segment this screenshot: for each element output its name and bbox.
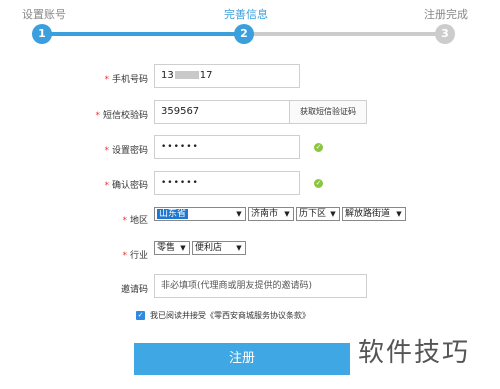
invite-code-input[interactable]: 非必填项(代理商或朋友提供的邀请码) <box>154 274 367 298</box>
street-select[interactable]: 解放路街道 ▼ <box>342 207 406 221</box>
agree-checkbox[interactable]: ✓ <box>136 311 145 320</box>
step-2-circle: 2 <box>234 24 254 44</box>
progress-line-pending <box>250 32 450 36</box>
city-select[interactable]: 济南市 ▼ <box>248 207 294 221</box>
industry-label: * 行业 <box>122 251 148 261</box>
step-3-label: 注册完成 <box>424 8 468 21</box>
sms-code-input[interactable]: 359567 <box>154 100 290 124</box>
district-select[interactable]: 历下区 ▼ <box>296 207 340 221</box>
region-label: * 地区 <box>122 216 148 226</box>
industry-type-select[interactable]: 零售 ▼ <box>154 241 190 255</box>
register-button[interactable]: 注册 <box>134 343 350 375</box>
industry-subtype-select[interactable]: 便利店 ▼ <box>192 241 246 255</box>
password-input[interactable]: •••••• <box>154 135 300 159</box>
chevron-down-icon: ▼ <box>330 210 336 218</box>
step-1-label: 设置账号 <box>22 8 66 21</box>
step-3-circle: 3 <box>435 24 455 44</box>
password-label: * 设置密码 <box>104 146 148 156</box>
password-ok-icon: ✓ <box>314 143 323 152</box>
confirm-password-label: * 确认密码 <box>104 181 148 191</box>
chevron-down-icon: ▼ <box>396 210 402 218</box>
phone-input[interactable]: 13 17 <box>154 64 300 88</box>
confirm-password-ok-icon: ✓ <box>314 179 323 188</box>
agreement-text[interactable]: 我已阅读并接受《零西安商城服务协议条款》 <box>150 310 310 321</box>
chevron-down-icon: ▼ <box>236 244 242 252</box>
chevron-down-icon: ▼ <box>284 210 290 218</box>
phone-label: * 手机号码 <box>104 75 148 85</box>
province-select[interactable]: 山东省 ▼ <box>154 207 246 221</box>
chevron-down-icon: ▼ <box>236 210 242 218</box>
invite-code-label: 邀请码 <box>120 285 148 295</box>
get-sms-code-button[interactable]: 获取短信验证码 <box>289 100 367 124</box>
confirm-password-input[interactable]: •••••• <box>154 171 300 195</box>
step-1-circle: 1 <box>32 24 52 44</box>
redaction-mask <box>174 71 199 79</box>
sms-code-label: * 短信校验码 <box>95 111 148 121</box>
step-2-label: 完善信息 <box>224 8 268 21</box>
watermark: 软件技巧 <box>358 338 471 368</box>
chevron-down-icon: ▼ <box>180 244 186 252</box>
progress-line-done <box>40 32 250 36</box>
